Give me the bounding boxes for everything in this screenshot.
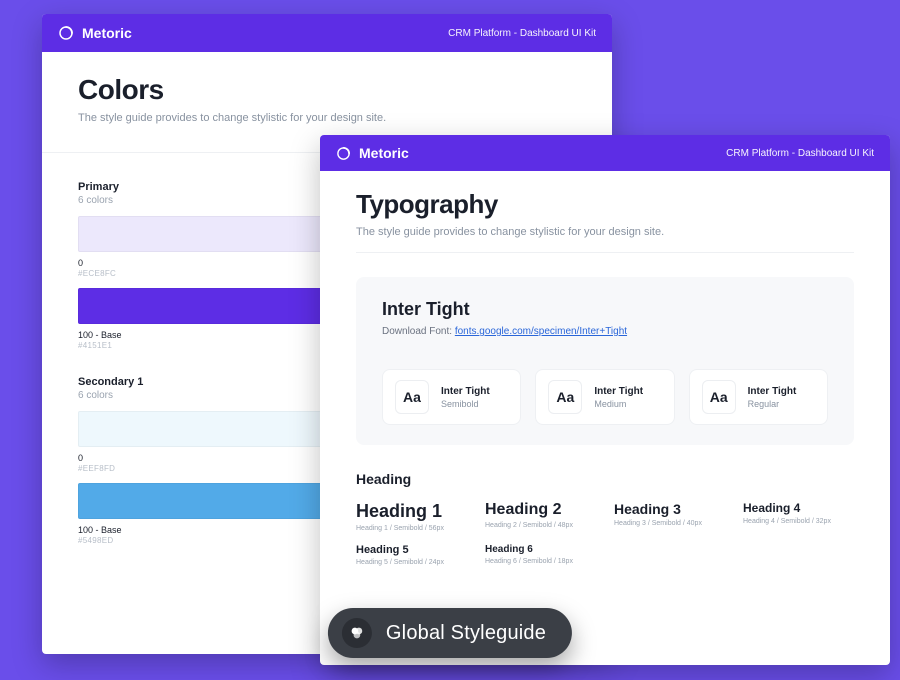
heading-item: Heading 3 Heading 3 / Semibold / 40px: [614, 501, 725, 532]
brand-name: Metoric: [82, 25, 132, 41]
swatch-chip: [78, 483, 322, 519]
typo-body: Typography The style guide provides to c…: [320, 171, 890, 566]
banner-typo: Metoric CRM Platform - Dashboard UI Kit: [320, 135, 890, 171]
color-swatch[interactable]: 0 #ECE8FC: [78, 216, 322, 278]
font-download-label: Download Font:: [382, 326, 455, 337]
divider: [356, 252, 854, 253]
weight-name: Semibold: [441, 399, 490, 409]
heading-item: Heading 5 Heading 5 / Semibold / 24px: [356, 544, 467, 566]
heading-label: Heading: [356, 471, 854, 487]
heading-spec: Heading 2 / Semibold / 48px: [485, 522, 596, 529]
brand: Metoric: [336, 145, 409, 161]
font-name: Inter Tight: [382, 299, 828, 320]
colors-desc: The style guide provides to change styli…: [78, 112, 576, 124]
weight-meta: Inter Tight Semibold: [441, 386, 490, 409]
weight-meta: Inter Tight Medium: [594, 386, 643, 409]
weight-font-name: Inter Tight: [748, 386, 797, 397]
heading-spec: Heading 4 / Semibold / 32px: [743, 518, 854, 525]
heading-item: Heading 6 Heading 6 / Semibold / 18px: [485, 544, 596, 566]
heading-spec: Heading 1 / Semibold / 56px: [356, 525, 467, 532]
heading-item: Heading 1 Heading 1 / Semibold / 56px: [356, 501, 467, 532]
typo-desc: The style guide provides to change styli…: [356, 226, 854, 238]
swatch-chip: [78, 216, 322, 252]
typography-card: Metoric CRM Platform - Dashboard UI Kit …: [320, 135, 890, 665]
pill-label: Global Styleguide: [386, 622, 546, 645]
swatch-hex: #4151E1: [78, 341, 322, 350]
swatch-hex: #EEF8FD: [78, 464, 322, 473]
swatch-label: 100 - Base: [78, 525, 322, 535]
font-download: Download Font: fonts.google.com/specimen…: [382, 326, 828, 337]
heading-title: Heading 2: [485, 501, 596, 519]
colors-title: Colors: [78, 74, 576, 106]
swatch-hex: #ECE8FC: [78, 269, 322, 278]
stage: Metoric CRM Platform - Dashboard UI Kit …: [0, 0, 900, 680]
heading-spec: Heading 3 / Semibold / 40px: [614, 520, 725, 527]
heading-title: Heading 4: [743, 501, 854, 515]
banner-colors: Metoric CRM Platform - Dashboard UI Kit: [42, 14, 612, 52]
colors-header: Colors The style guide provides to chang…: [42, 52, 612, 140]
heading-title: Heading 5: [356, 544, 467, 556]
banner-subtitle: CRM Platform - Dashboard UI Kit: [726, 148, 874, 159]
swatch-label: 0: [78, 258, 322, 268]
color-swatch[interactable]: 0 #EEF8FD: [78, 411, 322, 473]
sample-tile: Aa: [548, 380, 582, 414]
brand-logo-icon: [58, 25, 74, 41]
brand-logo-icon: [336, 146, 351, 161]
font-panel: Inter Tight Download Font: fonts.google.…: [356, 277, 854, 445]
heading-block: Heading Heading 1 Heading 1 / Semibold /…: [356, 471, 854, 566]
heading-spec: Heading 6 / Semibold / 18px: [485, 558, 596, 565]
font-weight-card[interactable]: Aa Inter Tight Semibold: [382, 369, 521, 425]
brand: Metoric: [58, 25, 132, 41]
color-swatch[interactable]: 100 - Base #4151E1: [78, 288, 322, 350]
font-weight-card[interactable]: Aa Inter Tight Regular: [689, 369, 828, 425]
weight-meta: Inter Tight Regular: [748, 386, 797, 409]
heading-spec: Heading 5 / Semibold / 24px: [356, 559, 467, 566]
swatch-chip: [78, 411, 322, 447]
heading-item: Heading 2 Heading 2 / Semibold / 48px: [485, 501, 596, 532]
heading-item: Heading 4 Heading 4 / Semibold / 32px: [743, 501, 854, 532]
typo-title: Typography: [356, 189, 854, 220]
weight-font-name: Inter Tight: [441, 386, 490, 397]
font-weight-card[interactable]: Aa Inter Tight Medium: [535, 369, 674, 425]
styleguide-icon: [342, 618, 372, 648]
heading-title: Heading 3: [614, 501, 725, 517]
weight-font-name: Inter Tight: [594, 386, 643, 397]
font-download-link[interactable]: fonts.google.com/specimen/Inter+Tight: [455, 326, 627, 337]
weight-name: Medium: [594, 399, 643, 409]
heading-grid: Heading 1 Heading 1 / Semibold / 56px He…: [356, 501, 854, 566]
sample-tile: Aa: [395, 380, 429, 414]
banner-subtitle: CRM Platform - Dashboard UI Kit: [448, 28, 596, 39]
heading-title: Heading 1: [356, 501, 467, 522]
heading-title: Heading 6: [485, 544, 596, 555]
weight-name: Regular: [748, 399, 797, 409]
weight-row: Aa Inter Tight Semibold Aa Inter Tight M…: [382, 369, 828, 425]
brand-name: Metoric: [359, 145, 409, 161]
color-swatch[interactable]: 100 - Base #5498ED: [78, 483, 322, 545]
swatch-chip: [78, 288, 322, 324]
global-styleguide-pill[interactable]: Global Styleguide: [328, 608, 572, 658]
swatch-hex: #5498ED: [78, 536, 322, 545]
swatch-label: 100 - Base: [78, 330, 322, 340]
swatch-label: 0: [78, 453, 322, 463]
sample-tile: Aa: [702, 380, 736, 414]
